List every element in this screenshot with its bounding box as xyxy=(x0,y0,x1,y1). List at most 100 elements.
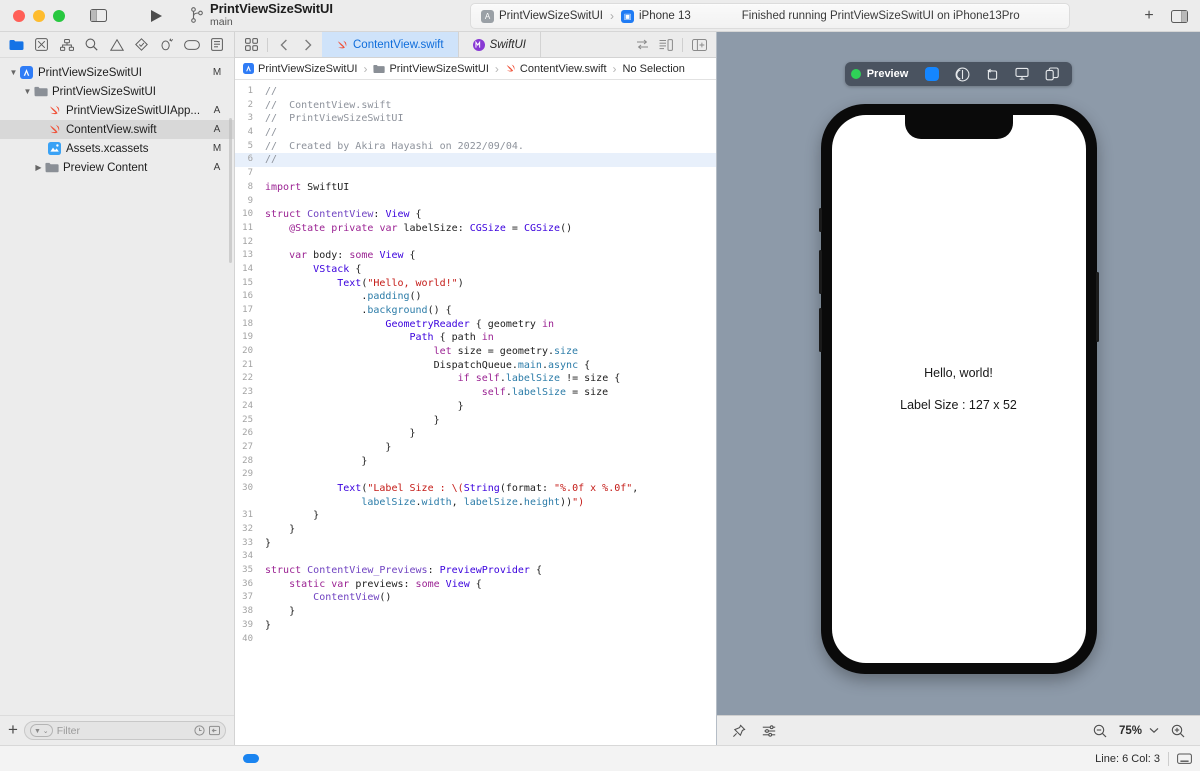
code-line[interactable]: 20 let size = geometry.size xyxy=(235,345,716,359)
source-control-filter-icon[interactable] xyxy=(209,725,220,736)
code-text[interactable]: // xyxy=(265,153,716,167)
disclosure-open-icon[interactable]: ▼ xyxy=(22,87,33,96)
zoom-in-icon[interactable] xyxy=(1166,720,1190,742)
project-navigator-tree[interactable]: ▼ PrintViewSizeSwitUI M ▼ PrintViewSizeS… xyxy=(0,58,234,715)
tree-row-assets[interactable]: Assets.xcassets M xyxy=(0,139,234,158)
code-text[interactable]: if self.labelSize != size { xyxy=(265,372,716,386)
code-line[interactable]: 40 xyxy=(235,633,716,647)
code-text[interactable]: .background() { xyxy=(265,304,716,318)
disclosure-closed-icon[interactable]: ▶ xyxy=(33,163,44,172)
code-line[interactable]: 33} xyxy=(235,537,716,551)
test-diamond-icon[interactable] xyxy=(129,34,154,56)
code-line[interactable]: 36 static var previews: some View { xyxy=(235,578,716,592)
code-line[interactable]: 31 } xyxy=(235,509,716,523)
status-bar-capsule[interactable]: A PrintViewSizeSwitUI › ▣ iPhone 13 Fini… xyxy=(470,3,1070,29)
code-text[interactable]: } xyxy=(265,523,716,537)
sidebar-toggle-icon[interactable] xyxy=(85,5,111,27)
code-text[interactable]: } xyxy=(265,441,716,455)
filter-scope-icon[interactable]: ▼ ⌄ xyxy=(29,724,53,737)
minimize-window-button[interactable] xyxy=(33,9,45,22)
filter-input[interactable]: Filter xyxy=(57,725,190,737)
code-text[interactable]: Text("Label Size : \(String(format: "%.0… xyxy=(265,482,716,509)
selectable-preview-icon[interactable] xyxy=(948,64,976,84)
code-line[interactable]: 17 .background() { xyxy=(235,304,716,318)
breadcrumb-item-file[interactable]: ContentView.swift xyxy=(505,63,607,75)
code-text[interactable]: struct ContentView: View { xyxy=(265,208,716,222)
duplicate-preview-icon[interactable] xyxy=(1038,64,1066,84)
folder-icon[interactable] xyxy=(4,34,29,56)
code-text[interactable]: GeometryReader { geometry in xyxy=(265,318,716,332)
code-line[interactable]: 23 self.labelSize = size xyxy=(235,386,716,400)
code-line[interactable]: 18 GeometryReader { geometry in xyxy=(235,318,716,332)
navigator-scrollbar[interactable] xyxy=(228,118,232,263)
source-control-icon[interactable] xyxy=(29,34,54,56)
code-line[interactable]: 4 // xyxy=(235,126,716,140)
code-text[interactable] xyxy=(265,167,716,181)
code-lines[interactable]: 1 // 2 // ContentView.swift 3 // PrintViewSiz… xyxy=(235,80,716,745)
code-text[interactable]: .padding() xyxy=(265,290,716,304)
code-text[interactable]: // xyxy=(265,126,716,140)
run-button[interactable] xyxy=(143,5,169,27)
code-editor[interactable]: 1 // 2 // ContentView.swift 3 // PrintViewSiz… xyxy=(235,80,716,745)
code-text[interactable]: Path { path in xyxy=(265,331,716,345)
code-text[interactable] xyxy=(265,550,716,564)
tab-swiftui[interactable]: SwiftUI xyxy=(459,32,541,57)
code-text[interactable]: Text("Hello, world!") xyxy=(265,277,716,291)
tab-contentview-swift[interactable]: ContentView.swift xyxy=(322,32,459,57)
search-icon[interactable] xyxy=(79,34,104,56)
code-line[interactable]: 14 VStack { xyxy=(235,263,716,277)
code-line[interactable]: 8 import SwiftUI xyxy=(235,181,716,195)
breadcrumb[interactable]: PrintViewSizeSwitUI › PrintViewSizeSwitU… xyxy=(235,58,716,80)
report-icon[interactable] xyxy=(204,34,229,56)
pin-icon[interactable] xyxy=(727,720,751,742)
code-text[interactable]: } xyxy=(265,400,716,414)
tree-row-group[interactable]: ▼ PrintViewSizeSwitUI xyxy=(0,82,234,101)
disclosure-open-icon[interactable]: ▼ xyxy=(8,68,19,77)
code-line[interactable]: 6 // xyxy=(235,153,716,168)
code-line[interactable]: 9 xyxy=(235,195,716,209)
code-line[interactable]: 28 } xyxy=(235,455,716,469)
code-line[interactable]: 39} xyxy=(235,619,716,633)
code-text[interactable]: // ContentView.swift xyxy=(265,99,716,113)
code-text[interactable]: DispatchQueue.main.async { xyxy=(265,359,716,373)
code-text[interactable]: struct ContentView_Previews: PreviewProv… xyxy=(265,564,716,578)
scheme-branch-area[interactable]: PrintViewSizeSwitUI main xyxy=(191,2,333,28)
code-line[interactable]: 5 // Created by Akira Hayashi on 2022/09/… xyxy=(235,140,716,154)
grid-icon[interactable] xyxy=(240,34,262,56)
zoom-level-value[interactable]: 75% xyxy=(1119,725,1142,737)
code-text[interactable]: } xyxy=(265,537,716,551)
code-text[interactable]: } xyxy=(265,427,716,441)
tree-row-file-app[interactable]: PrintViewSizeSwitUIApp... A xyxy=(0,101,234,120)
code-text[interactable]: } xyxy=(265,414,716,428)
rotate-device-icon[interactable] xyxy=(978,64,1006,84)
code-text[interactable]: } xyxy=(265,605,716,619)
keyboard-icon[interactable] xyxy=(1177,753,1192,765)
code-text[interactable]: // Created by Akira Hayashi on 2022/09/0… xyxy=(265,140,716,154)
code-line[interactable]: 13 var body: some View { xyxy=(235,249,716,263)
code-text[interactable]: ContentView() xyxy=(265,591,716,605)
code-line[interactable]: 32 } xyxy=(235,523,716,537)
adjust-editor-icon[interactable] xyxy=(631,34,653,56)
zoom-window-button[interactable] xyxy=(53,9,65,22)
breadcrumb-item-group[interactable]: PrintViewSizeSwitUI xyxy=(373,63,489,75)
code-line[interactable]: 22 if self.labelSize != size { xyxy=(235,372,716,386)
code-text[interactable]: } xyxy=(265,619,716,633)
back-chevron-icon[interactable] xyxy=(273,34,295,56)
code-line[interactable]: 16 .padding() xyxy=(235,290,716,304)
zoom-out-icon[interactable] xyxy=(1088,720,1112,742)
code-line[interactable]: 2 // ContentView.swift xyxy=(235,99,716,113)
add-editor-button[interactable]: + xyxy=(1136,5,1162,27)
code-line[interactable]: 1 // xyxy=(235,85,716,99)
breakpoint-icon[interactable] xyxy=(179,34,204,56)
preview-screen[interactable]: Hello, world! Label Size : 127 x 52 xyxy=(831,115,1086,663)
inspector-toggle-icon[interactable] xyxy=(1166,5,1192,27)
code-line[interactable]: 29 xyxy=(235,468,716,482)
code-line[interactable]: 25 } xyxy=(235,414,716,428)
code-text[interactable] xyxy=(265,468,716,482)
code-text[interactable]: self.labelSize = size xyxy=(265,386,716,400)
clock-icon[interactable] xyxy=(194,725,205,736)
breadcrumb-item-project[interactable]: PrintViewSizeSwitUI xyxy=(243,63,357,75)
filter-input-container[interactable]: ▼ ⌄ Filter xyxy=(23,721,226,740)
code-text[interactable]: } xyxy=(265,455,716,469)
status-indicator-pill[interactable] xyxy=(243,754,259,763)
